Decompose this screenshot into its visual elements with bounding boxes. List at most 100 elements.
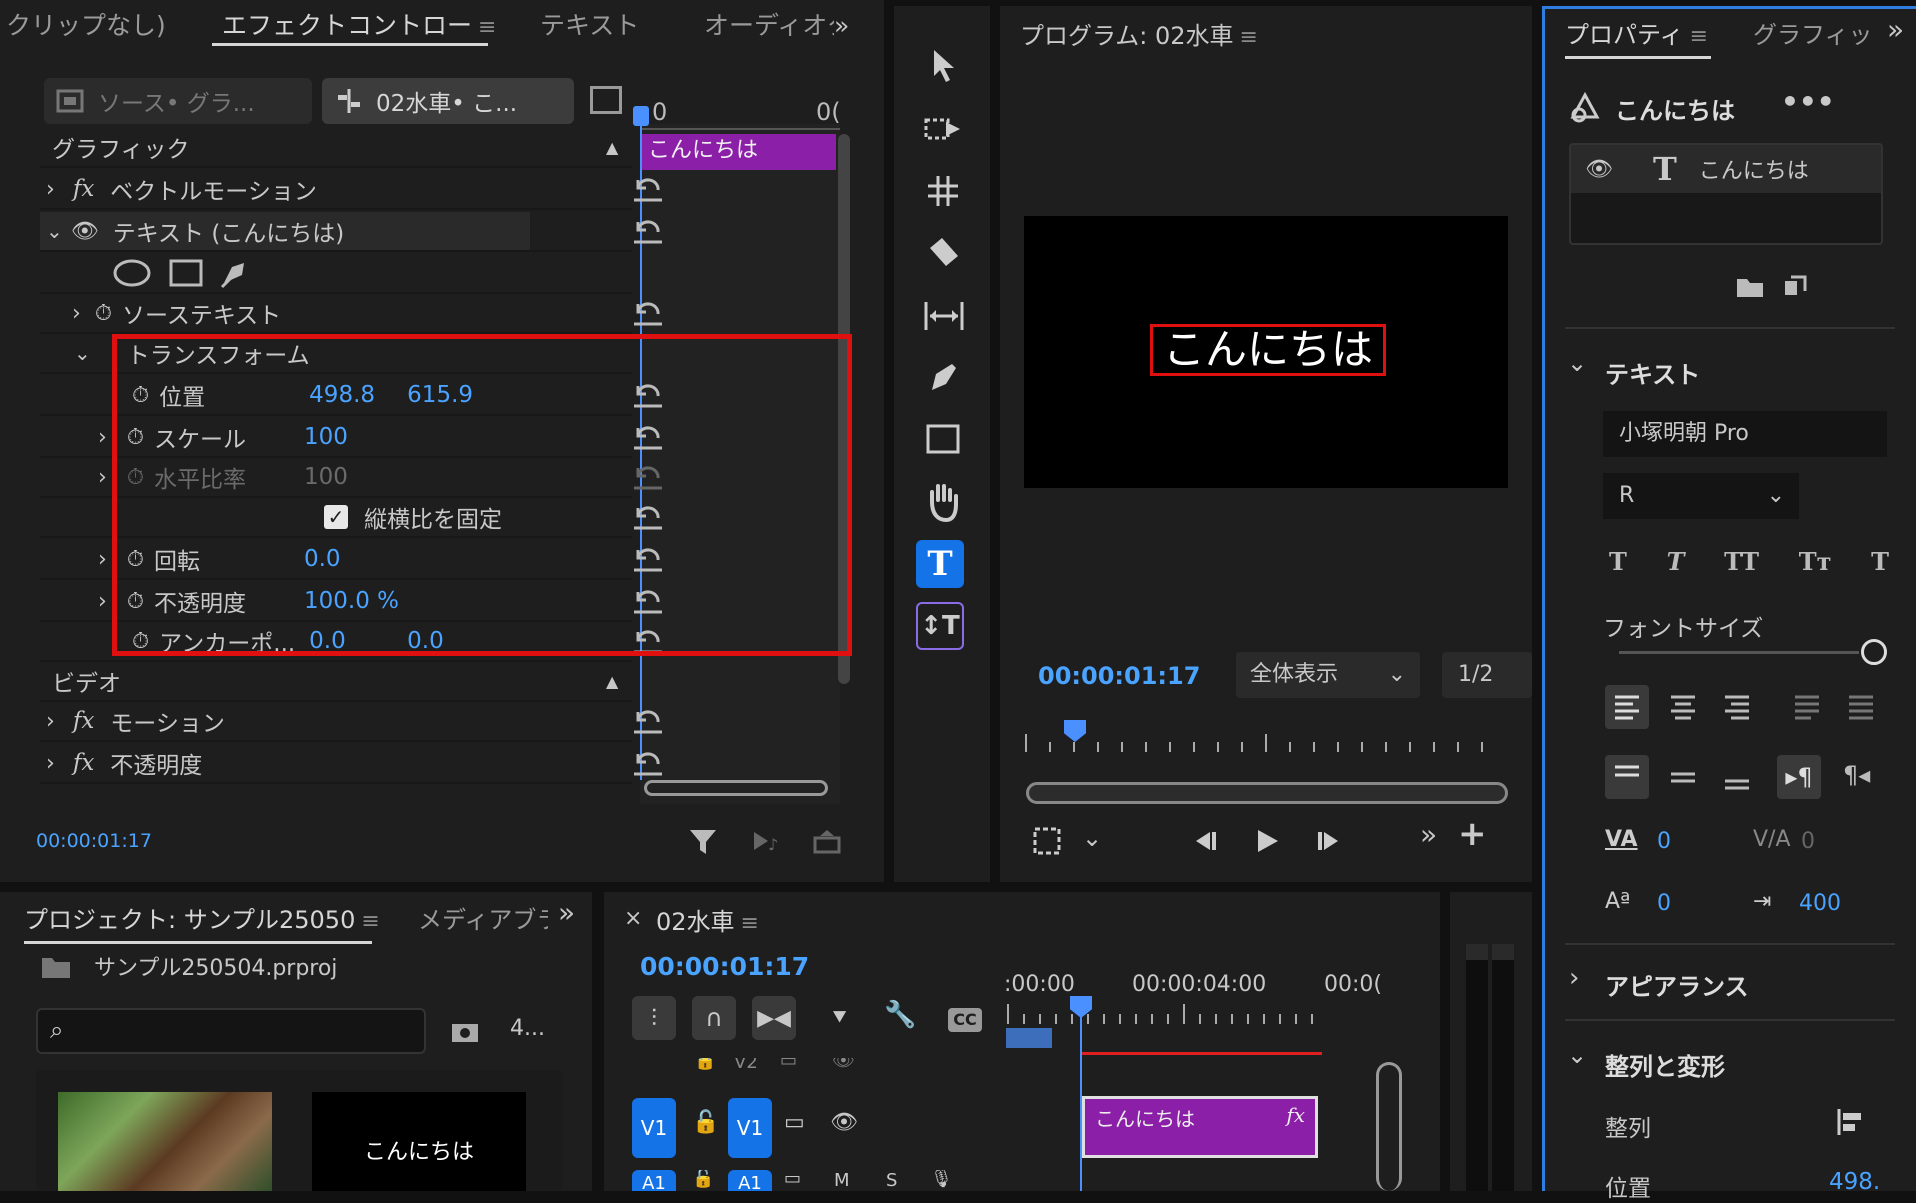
align-top-button[interactable] bbox=[1605, 755, 1649, 799]
eye-icon[interactable]: 👁 bbox=[71, 219, 99, 244]
expand-chevron-icon[interactable]: › bbox=[98, 465, 107, 490]
align-left-button[interactable] bbox=[1605, 685, 1649, 729]
type-tool-icon[interactable]: T bbox=[916, 540, 964, 588]
slip-tool-icon[interactable] bbox=[922, 296, 966, 336]
panel-menu-icon[interactable]: ≡ bbox=[1240, 25, 1258, 50]
collapse-up-icon[interactable]: ▲ bbox=[606, 138, 618, 157]
panel-menu-icon[interactable]: ≡ bbox=[1690, 24, 1708, 49]
fx-badge[interactable]: fx bbox=[1286, 1103, 1305, 1127]
baseline-shift-icon[interactable]: Aª bbox=[1605, 889, 1630, 914]
filter-icon[interactable] bbox=[688, 826, 718, 856]
tab-graphics[interactable]: グラフィッ bbox=[1753, 15, 1871, 50]
hand-tool-icon[interactable] bbox=[922, 480, 966, 524]
justify-left-icon[interactable] bbox=[1785, 685, 1829, 729]
align-bottom-icon[interactable] bbox=[1715, 755, 1759, 799]
vector-motion-row[interactable]: › fx ベクトルモーション bbox=[40, 170, 662, 210]
sync-icon[interactable]: ▭ bbox=[780, 1058, 797, 1071]
play-audio-icon[interactable]: ♪ bbox=[750, 826, 780, 856]
lock-icon[interactable]: 🔓 bbox=[692, 1170, 714, 1189]
collapse-chevron-icon[interactable]: ⌄ bbox=[74, 341, 91, 365]
find-icon[interactable] bbox=[450, 1018, 482, 1046]
baseline-shift-value[interactable]: 0 bbox=[1657, 891, 1671, 916]
layer-item[interactable]: 👁 T こんにちは bbox=[1571, 145, 1881, 193]
tab-audio[interactable]: オーディオク bbox=[664, 0, 834, 52]
pen-tool-icon[interactable] bbox=[922, 358, 966, 398]
play-icon[interactable] bbox=[1250, 824, 1284, 858]
stopwatch-icon[interactable]: ⏱ bbox=[95, 301, 112, 326]
justify-all-icon[interactable] bbox=[1839, 685, 1883, 729]
tab-text[interactable]: テキスト bbox=[500, 0, 664, 52]
ellipse-mask-icon[interactable] bbox=[112, 258, 152, 288]
expand-chevron-icon[interactable]: › bbox=[72, 301, 81, 326]
eye-icon[interactable]: 👁 bbox=[830, 1110, 858, 1135]
text-section-title[interactable]: テキスト bbox=[1605, 355, 1700, 390]
faux-bold-icon[interactable]: T bbox=[1609, 547, 1627, 576]
opacity-fx-row[interactable]: › fx 不透明度 bbox=[40, 744, 662, 784]
font-size-slider-track[interactable] bbox=[1619, 651, 1859, 654]
collapse-chevron-icon[interactable]: ⌄ bbox=[1567, 349, 1587, 377]
work-area-bar[interactable] bbox=[1006, 1028, 1052, 1048]
add-button-icon[interactable]: + bbox=[1458, 814, 1487, 854]
collapse-up-icon[interactable]: ▲ bbox=[606, 672, 618, 691]
small-caps-icon[interactable]: Tт bbox=[1799, 547, 1832, 576]
expand-chevron-icon[interactable]: › bbox=[98, 547, 107, 572]
rectangle-mask-icon[interactable] bbox=[168, 258, 204, 288]
graphic-thumbnail[interactable]: こんにちは bbox=[312, 1092, 526, 1191]
folder-icon[interactable] bbox=[1735, 273, 1765, 299]
expand-chevron-icon[interactable]: › bbox=[98, 589, 107, 614]
tab-properties[interactable]: プロパティ ≡ bbox=[1565, 15, 1711, 59]
text-layer-row[interactable]: ⌄ 👁 テキスト (こんにちは) bbox=[40, 212, 662, 252]
chevron-down-icon[interactable]: ⌄ bbox=[1082, 824, 1102, 852]
program-monitor-title[interactable]: プログラム: 02水車 ≡ bbox=[1020, 16, 1258, 51]
expand-chevron-icon[interactable]: › bbox=[1569, 963, 1579, 993]
tracking-value[interactable]: 0 bbox=[1801, 829, 1815, 854]
track-target-a1[interactable]: A1 bbox=[728, 1170, 772, 1191]
tab-no-clip[interactable]: クリップなし) bbox=[0, 0, 200, 52]
program-overlay-text[interactable]: こんにちは bbox=[1150, 324, 1386, 376]
tab-width-value[interactable]: 400 bbox=[1799, 891, 1841, 916]
effect-clip-bar[interactable]: こんにちは bbox=[640, 134, 836, 170]
microphone-icon[interactable]: 🎙 bbox=[930, 1170, 953, 1189]
wrench-icon[interactable]: 🔧 bbox=[884, 1000, 916, 1030]
search-input[interactable]: ⌕ bbox=[36, 1008, 426, 1054]
source-selector[interactable]: ソース• グラ... bbox=[44, 78, 312, 124]
timeline-ruler[interactable] bbox=[1004, 1002, 1424, 1026]
zoom-dropdown[interactable]: 全体表示 ⌄ bbox=[1236, 652, 1420, 698]
razor-tool-icon[interactable] bbox=[922, 234, 966, 274]
video-thumbnail[interactable] bbox=[58, 1092, 272, 1191]
expand-chevron-icon[interactable]: › bbox=[46, 709, 55, 734]
panel-menu-icon[interactable]: ≡ bbox=[478, 15, 496, 40]
vertical-type-tool-icon[interactable]: ↕T bbox=[916, 602, 964, 650]
expand-chevron-icon[interactable]: › bbox=[46, 751, 55, 776]
safe-margins-icon[interactable] bbox=[1030, 824, 1064, 858]
rtl-text-icon[interactable]: ¶◂ bbox=[1843, 761, 1870, 789]
kerning-value[interactable]: 0 bbox=[1657, 829, 1671, 854]
reset-icon[interactable] bbox=[632, 300, 664, 326]
eye-icon[interactable]: 👁 bbox=[1585, 157, 1613, 182]
align-objects-icon[interactable] bbox=[1835, 1107, 1865, 1137]
reset-icon[interactable] bbox=[632, 218, 664, 244]
position-value[interactable]: 498. bbox=[1829, 1169, 1880, 1195]
effect-zoom-bar[interactable] bbox=[644, 780, 828, 796]
new-layer-icon[interactable] bbox=[1781, 273, 1811, 299]
expand-chevron-icon[interactable]: › bbox=[46, 177, 55, 202]
step-forward-icon[interactable] bbox=[1312, 824, 1346, 858]
panel-menu-icon[interactable]: ≡ bbox=[361, 909, 379, 934]
effect-playhead-marker[interactable] bbox=[633, 106, 649, 126]
track-select-tool-icon[interactable] bbox=[922, 110, 966, 150]
project-file-name[interactable]: サンプル250504.prproj bbox=[94, 950, 337, 982]
tab-media-browser[interactable]: メディアブラ bbox=[418, 900, 548, 935]
tab-effect-controls[interactable]: エフェクトコントロー ≡ bbox=[200, 0, 500, 52]
timeline-clip[interactable]: こんにちは fx bbox=[1082, 1096, 1318, 1158]
pen-mask-icon[interactable] bbox=[218, 257, 254, 289]
reset-icon[interactable] bbox=[632, 750, 664, 776]
tab-width-icon[interactable]: ⇥ bbox=[1753, 889, 1771, 914]
align-transform-section-title[interactable]: 整列と変形 bbox=[1605, 1047, 1725, 1082]
snap-button[interactable]: ∩ bbox=[692, 996, 736, 1040]
collapse-chevron-icon[interactable]: ⌄ bbox=[1567, 1041, 1587, 1069]
motion-row[interactable]: › fx モーション bbox=[40, 702, 662, 742]
align-center-icon[interactable] bbox=[1661, 685, 1705, 729]
fx-icon[interactable]: fx bbox=[73, 176, 94, 202]
close-icon[interactable]: × bbox=[624, 906, 642, 931]
captions-icon[interactable]: CC bbox=[948, 1008, 982, 1032]
